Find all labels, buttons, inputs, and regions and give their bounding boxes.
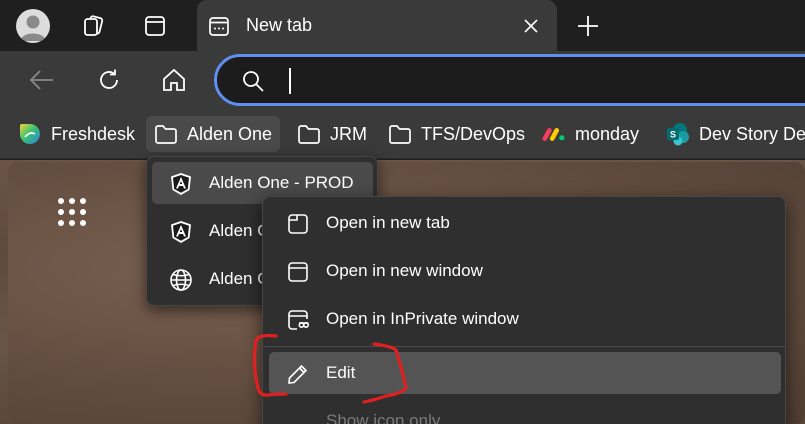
- favorite-label: Freshdesk: [51, 123, 136, 144]
- favorites-bar: Freshdesk Alden One JRM TFS/DevOps monda…: [0, 109, 805, 159]
- svg-text:S: S: [670, 130, 676, 140]
- close-icon[interactable]: [519, 14, 543, 38]
- app-launcher-icon[interactable]: [56, 196, 88, 228]
- menu-item-open-in-new-window[interactable]: Open in new window: [269, 250, 781, 292]
- new-window-icon: [286, 260, 310, 284]
- tab-actions-icon[interactable]: [138, 9, 172, 43]
- new-tab-icon: [286, 212, 310, 236]
- favorite-monday[interactable]: monday: [534, 116, 647, 152]
- workspaces-icon[interactable]: [76, 9, 110, 43]
- menu-item-label: Open in new tab: [326, 213, 450, 232]
- address-bar[interactable]: [214, 54, 805, 106]
- favorite-folder-jrm[interactable]: JRM: [289, 116, 375, 152]
- tab-new-tab[interactable]: New tab: [197, 0, 557, 51]
- folder-icon: [297, 122, 321, 146]
- menu-item-edit[interactable]: Edit: [269, 352, 781, 394]
- context-menu: Open in new tab Open in new window Open …: [262, 196, 786, 424]
- monday-logo-icon: [542, 122, 566, 146]
- profile-avatar-icon[interactable]: [16, 9, 50, 43]
- favorite-label: Dev Story Der: [699, 123, 805, 144]
- tab-title: New tab: [246, 15, 313, 35]
- favorite-label: TFS/DevOps: [421, 123, 526, 144]
- menu-item-label: Edit: [326, 363, 356, 382]
- menu-item-open-in-inprivate-window[interactable]: Open in InPrivate window: [269, 298, 781, 340]
- favorite-dev-story[interactable]: S Dev Story Der: [658, 116, 805, 152]
- menu-item-label: Open in new window: [326, 261, 483, 280]
- menu-item-show-icon-only[interactable]: Show icon only: [269, 400, 781, 424]
- menu-separator: [264, 346, 786, 347]
- inprivate-window-icon: [286, 308, 310, 332]
- tab-strip: New tab: [0, 0, 805, 51]
- favorite-folder-tfs-devops[interactable]: TFS/DevOps: [380, 116, 533, 152]
- favorite-label: JRM: [330, 123, 367, 144]
- pencil-icon: [286, 362, 310, 386]
- freshdesk-logo-icon: [18, 122, 42, 146]
- globe-icon: [169, 268, 193, 292]
- text-caret: [289, 68, 291, 94]
- home-icon[interactable]: [156, 62, 192, 98]
- refresh-icon[interactable]: [91, 62, 127, 98]
- arrow-left-icon[interactable]: [24, 62, 60, 98]
- menu-item-label: Open in InPrivate window: [326, 309, 519, 328]
- favorite-freshdesk[interactable]: Freshdesk: [10, 116, 143, 152]
- menu-item-open-in-new-tab[interactable]: Open in new tab: [269, 202, 781, 244]
- angular-icon: [169, 172, 193, 196]
- folder-menu-item-label: Alden One - PROD: [209, 173, 354, 192]
- folder-icon: [388, 122, 412, 146]
- toolbar: [0, 51, 805, 109]
- new-tab-page-icon: [208, 15, 230, 37]
- address-input[interactable]: [287, 64, 805, 96]
- favorite-label: monday: [575, 123, 640, 144]
- favorite-folder-alden-one[interactable]: Alden One: [146, 116, 281, 152]
- menu-item-label: Show icon only: [326, 411, 441, 424]
- angular-icon: [169, 220, 193, 244]
- sharepoint-logo-icon: S: [666, 122, 690, 146]
- folder-icon: [154, 122, 178, 146]
- new-tab-plus-icon[interactable]: [571, 9, 605, 43]
- search-icon: [242, 70, 264, 92]
- favorite-label: Alden One: [187, 123, 273, 144]
